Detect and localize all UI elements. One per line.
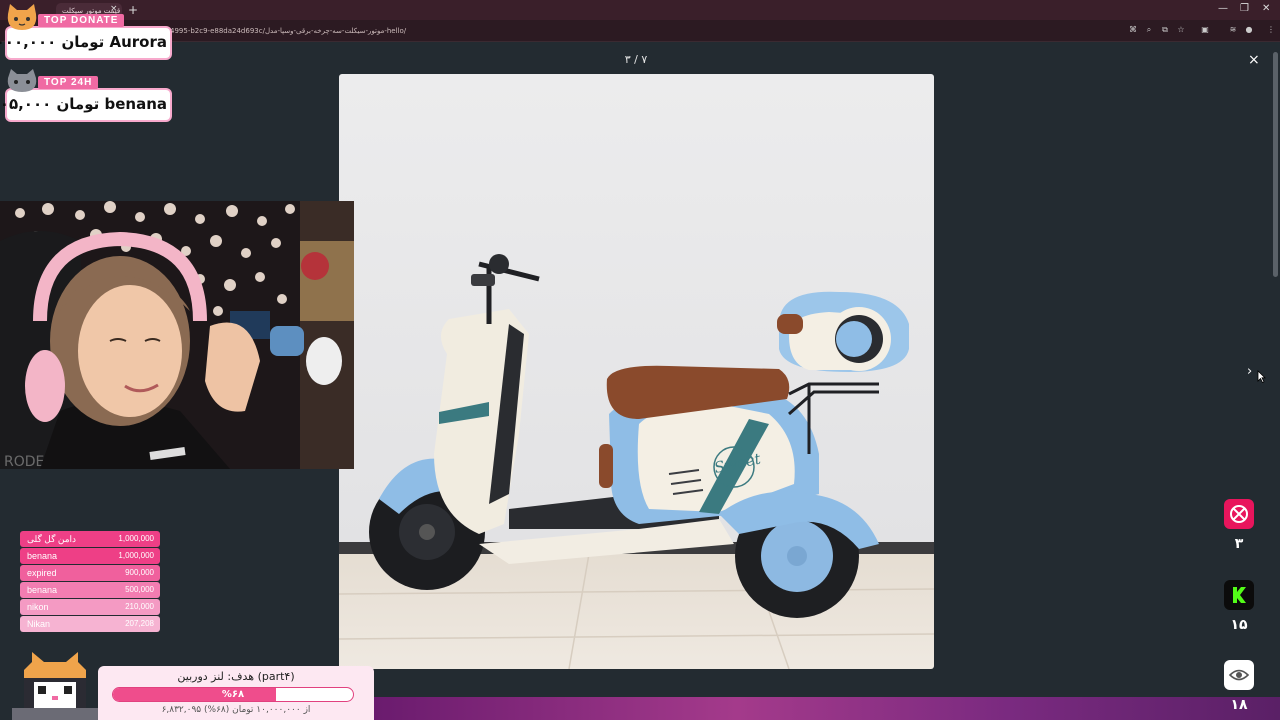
social-count-2: ۱۵ <box>1230 617 1248 633</box>
bookmark-star-icon[interactable]: ☆ <box>1176 25 1186 35</box>
top-donate-card: ۴,۰۰۰,۰۰۰ تومان Aurora <box>0 28 170 58</box>
donor-amount: 900,000 <box>125 568 154 577</box>
goal-title: هدف: لنز دوربین (part۴) <box>177 670 295 683</box>
top-donate-label: TOP DONATE <box>38 14 125 27</box>
top-24h-card: ۱,۱۰۵,۰۰۰ تومان benana <box>0 90 170 120</box>
media-icon[interactable]: ≋ <box>1228 25 1238 35</box>
social-badge-1 <box>1224 499 1254 529</box>
social-count-3: ۱۸ <box>1230 697 1248 713</box>
cast-icon[interactable]: ⧉ <box>1160 25 1170 35</box>
zoom-icon[interactable]: ⌕ <box>1144 25 1154 35</box>
lightbox-next-button[interactable]: › <box>1247 364 1252 379</box>
donor-amount: 1,000,000 <box>118 551 154 560</box>
social-count-1: ۳ <box>1234 536 1244 552</box>
grey-cat-icon <box>7 69 37 92</box>
profile-icon[interactable]: ● <box>1244 25 1254 35</box>
heart-hive-icon <box>1230 505 1248 523</box>
image-counter: ۳ / ۷ <box>624 53 648 66</box>
leaderboard-row: Nikan 207,208 <box>20 616 160 632</box>
mic-brand-text: RODE <box>4 454 44 469</box>
donor-name: nikon <box>27 602 49 612</box>
donor-amount: 210,000 <box>125 602 154 611</box>
donor-name: benana <box>27 551 58 561</box>
room-floor-strip <box>374 697 1280 720</box>
donor-name: benana <box>27 585 58 595</box>
donor-name: دامن گل گلی <box>27 534 77 544</box>
eye-icon <box>1228 669 1250 681</box>
browser-tab-bar: خرید و قیمت موتور سیکلت × + — ❐ ✕ <box>0 0 1280 20</box>
top-24h-line: ۱,۱۰۵,۰۰۰ تومان benana <box>0 95 167 113</box>
goal-progress-bar: %۶۸ <box>112 687 354 702</box>
minimize-button[interactable]: — <box>1218 3 1228 14</box>
url-text[interactable]: 4995-b2c9-e88da24d693c/موتور-سیکلت-سه-چر… <box>170 27 406 35</box>
menu-dots-icon[interactable]: ⋮ <box>1266 25 1276 35</box>
translate-icon[interactable]: ⌘ <box>1128 25 1138 35</box>
restore-button[interactable]: ❐ <box>1240 3 1249 14</box>
leaderboard-row: benana 500,000 <box>20 582 160 598</box>
window-close-button[interactable]: ✕ <box>1262 3 1270 14</box>
donor-amount: 500,000 <box>125 585 154 594</box>
new-tab-button[interactable]: + <box>128 3 138 17</box>
donor-name: expired <box>27 568 57 578</box>
donor-amount: 1,000,000 <box>118 534 154 543</box>
top-24h-label: TOP 24H <box>38 76 99 89</box>
cat-face-icon <box>7 4 37 30</box>
social-badge-3 <box>1224 660 1254 690</box>
donor-amount: 207,208 <box>125 619 154 628</box>
top-donate-line: ۴,۰۰۰,۰۰۰ تومان Aurora <box>0 33 167 51</box>
donation-goal: هدف: لنز دوربین (part۴) %۶۸ ۶,۸۳۲,۰۹۵ از… <box>98 666 374 720</box>
donor-name: Nikan <box>27 619 51 629</box>
streamer-webcam: RODE <box>0 201 354 469</box>
leaderboard-row: expired 900,000 <box>20 565 160 581</box>
tab-close-icon[interactable]: × <box>110 4 118 14</box>
donor-leaderboard: دامن گل گلی 1,000,000 benana 1,000,000 e… <box>20 531 160 633</box>
leaderboard-row: nikon 210,000 <box>20 599 160 615</box>
kick-icon <box>1233 587 1246 603</box>
goal-percent: %۶۸ <box>221 689 245 700</box>
page-scrollbar[interactable] <box>1273 52 1278 277</box>
mouse-cursor-icon <box>1257 370 1266 383</box>
goal-subtitle: ۶,۸۳۲,۰۹۵ از ۱۰,۰۰۰,۰۰۰ تومان (۶۸%) <box>161 705 311 715</box>
leaderboard-row: دامن گل گلی 1,000,000 <box>20 531 160 547</box>
product-photo: Sweet <box>339 74 934 669</box>
extensions-icon[interactable]: ▣ <box>1200 25 1210 35</box>
lightbox-close-button[interactable]: × <box>1248 52 1260 68</box>
pixel-cat-mascot-icon <box>12 652 98 720</box>
leaderboard-row: benana 1,000,000 <box>20 548 160 564</box>
social-badge-2 <box>1224 580 1254 610</box>
